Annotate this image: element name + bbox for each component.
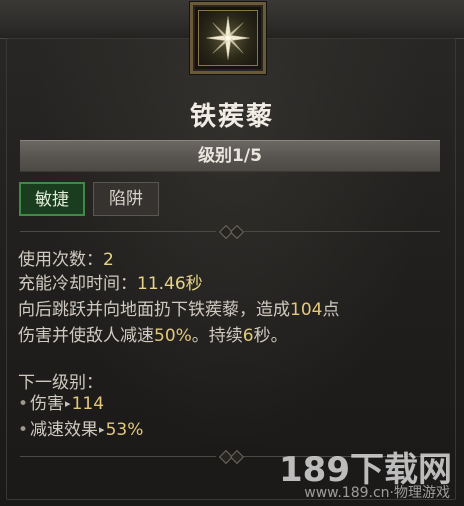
arrow-right-icon: ▸ [99, 423, 105, 436]
watermark-subtext: www.189.cn·物理游戏 [304, 485, 450, 501]
uses-value: 2 [103, 250, 114, 270]
slow-value: 50% [154, 326, 192, 346]
cooldown-row: 充能冷却时间：11.46秒 [18, 272, 203, 296]
caltrops-star-icon [198, 10, 258, 66]
uses-row: 使用次数：2 [18, 248, 114, 272]
tag-trap: 陷阱 [93, 182, 159, 216]
description-text: 。持续 [191, 326, 243, 346]
section-divider [20, 224, 440, 240]
damage-value: 104 [290, 300, 323, 320]
next-level-stat-value: 53% [105, 420, 144, 440]
next-level-stat-name: 伤害 [30, 394, 65, 414]
description-line-1: 向后跳跃并向地面扔下铁蒺藜，造成104点 [18, 298, 339, 322]
tag-agility: 敏捷 [19, 182, 85, 216]
cooldown-value: 11.46秒 [137, 274, 203, 294]
duration-value: 6 [242, 326, 254, 346]
skill-level-text: 级别1/5 [198, 146, 262, 166]
bullet-icon: • [18, 394, 29, 414]
description-text: 伤害并使敌人减速 [18, 326, 154, 346]
next-level-label: 下一级别： [18, 373, 103, 393]
description-line-2: 伤害并使敌人减速50%。持续6秒。 [18, 324, 288, 348]
cooldown-label: 充能冷却时间： [18, 274, 137, 294]
skill-name: 铁蒺藜 [189, 102, 274, 132]
description-text: 点 [322, 300, 340, 320]
arrow-right-icon: ▸ [65, 397, 71, 410]
bullet-icon: • [18, 420, 29, 440]
description-text: 秒。 [253, 326, 288, 346]
next-level-row: • 减速效果▸53% [18, 418, 143, 444]
next-level-stat-value: 114 [71, 394, 105, 414]
next-level-row: • 伤害▸114 [18, 392, 104, 418]
description-text: 向后跳跃并向地面扔下铁蒺藜，造成 [18, 300, 290, 320]
next-level-stat-name: 减速效果 [30, 420, 99, 440]
skill-icon-frame [190, 2, 266, 74]
skill-level-bar: 级别1/5 [20, 140, 440, 172]
uses-label: 使用次数： [18, 250, 103, 270]
